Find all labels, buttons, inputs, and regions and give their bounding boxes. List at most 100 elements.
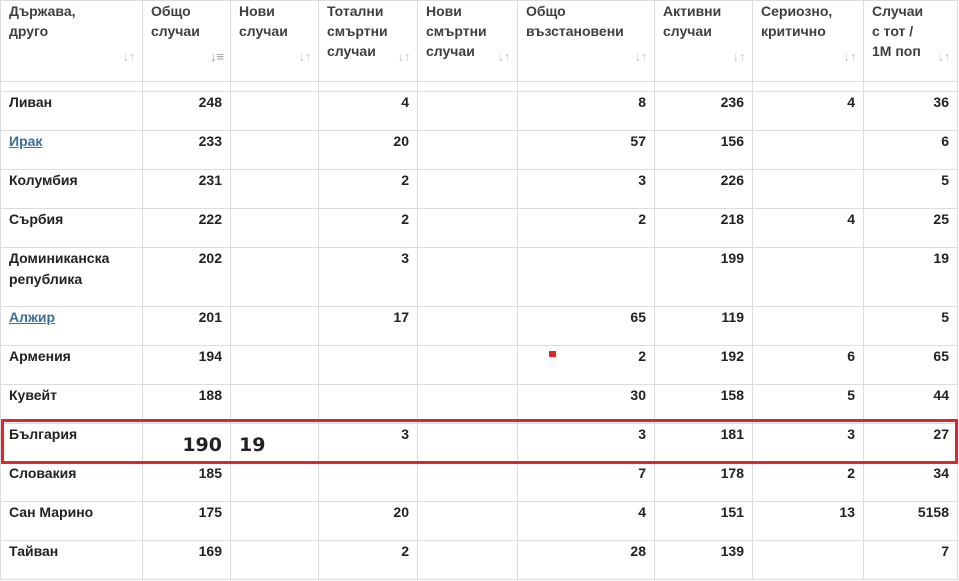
cell-active-cases: 218 [654, 208, 753, 248]
cell-serious-critical: 2 [752, 462, 864, 502]
cell-total-recovered: 4 [517, 501, 655, 541]
cell-active-cases: 178 [654, 462, 753, 502]
cell-cases-per-million: 5158 [863, 501, 958, 541]
cell-serious-critical [752, 247, 864, 307]
sort-arrows-icon[interactable]: ↓↑ [937, 49, 951, 65]
cell-total-deaths: 4 [318, 91, 418, 131]
sort-arrows-icon[interactable]: ↓↑ [843, 49, 857, 65]
cell-new-cases [230, 501, 319, 541]
cell-total-cases: 233 [142, 130, 231, 170]
table-row: Доминиканска република 202 3 199 19 [0, 247, 958, 307]
cell-total-cases: 188 [142, 384, 231, 424]
column-header-country[interactable]: Държава, друго ↓↑ [0, 0, 143, 82]
country-cell[interactable]: Алжир [0, 306, 143, 346]
table-row-highlighted: България 190 19 3 3 181 3 27 [0, 423, 958, 463]
column-header-cases-per-million[interactable]: Случаи с тот /1М поп ↓↑ [863, 0, 958, 82]
column-header-active-cases[interactable]: Активни случаи ↓↑ [654, 0, 753, 82]
table-row: Кувейт 188 30 158 5 44 [0, 384, 958, 424]
country-name: Кувейт [9, 387, 58, 403]
cell-new-deaths [417, 540, 518, 580]
cell-new-deaths [417, 306, 518, 346]
country-link[interactable]: Алжир [9, 309, 55, 325]
cell-total-recovered [517, 247, 655, 307]
cell-cases-per-million: 27 [863, 423, 958, 463]
column-header-new-deaths[interactable]: Нови смъртни случаи ↓↑ [417, 0, 518, 82]
table-row: Алжир 201 17 65 119 5 [0, 306, 958, 346]
cell-total-cases: 185 [142, 462, 231, 502]
cell-total-cases: 248 [142, 91, 231, 131]
cell-total-deaths: 2 [318, 208, 418, 248]
cell-new-deaths [417, 130, 518, 170]
cell-cases-per-million: 34 [863, 462, 958, 502]
cell-active-cases: 119 [654, 306, 753, 346]
country-cell: Ливан [0, 91, 143, 131]
red-marker [549, 351, 556, 357]
cell-serious-critical [752, 169, 864, 209]
cell-new-cases [230, 208, 319, 248]
country-cell[interactable]: Ирак [0, 130, 143, 170]
country-cell: Сан Марино [0, 501, 143, 541]
cell-cases-per-million: 5 [863, 306, 958, 346]
column-header-new-cases[interactable]: Нови случаи ↓↑ [230, 0, 319, 82]
cell-serious-critical: 4 [752, 208, 864, 248]
table-row: Колумбия 231 2 3 226 5 [0, 169, 958, 209]
country-cell: Кувейт [0, 384, 143, 424]
cell-total-deaths: 3 [318, 423, 418, 463]
cell-total-recovered: 57 [517, 130, 655, 170]
cell-total-cases: 190 [142, 423, 231, 463]
cell-active-cases: 151 [654, 501, 753, 541]
country-link[interactable]: Ирак [9, 133, 42, 149]
cell-new-deaths [417, 208, 518, 248]
cell-cases-per-million: 65 [863, 345, 958, 385]
cell-new-cases [230, 130, 319, 170]
table-row: Ирак 233 20 57 156 6 [0, 130, 958, 170]
header-row: Държава, друго ↓↑ Общо случаи ↓≡ Нови случаи ↓↑ Т… [0, 0, 958, 82]
sort-arrows-icon[interactable]: ↓↑ [397, 49, 411, 65]
country-cell: Доминиканска република [0, 247, 143, 307]
cell-active-cases: 158 [654, 384, 753, 424]
country-cell: Тайван [0, 540, 143, 580]
sort-arrows-icon[interactable]: ↓↑ [634, 49, 648, 65]
column-header-total-cases[interactable]: Общо случаи ↓≡ [142, 0, 231, 82]
cell-active-cases: 236 [654, 91, 753, 131]
country-name: Сан Марино [9, 504, 94, 520]
cell-new-cases [230, 345, 319, 385]
cell-cases-per-million: 25 [863, 208, 958, 248]
cell-total-deaths: 2 [318, 540, 418, 580]
cell-new-deaths [417, 384, 518, 424]
cell-new-cases [230, 169, 319, 209]
cell-total-cases: 202 [142, 247, 231, 307]
cell-total-recovered: 8 [517, 91, 655, 131]
cell-cases-per-million: 5 [863, 169, 958, 209]
cell-total-deaths: 2 [318, 169, 418, 209]
cell-new-deaths [417, 462, 518, 502]
cell-new-deaths [417, 501, 518, 541]
cell-new-cases [230, 540, 319, 580]
cell-total-deaths [318, 462, 418, 502]
country-name: Сърбия [9, 211, 64, 227]
column-header-label: Общо случаи [151, 3, 200, 39]
cell-serious-critical [752, 130, 864, 170]
cell-cases-per-million: 44 [863, 384, 958, 424]
sort-arrows-icon[interactable]: ↓↑ [122, 49, 136, 65]
column-header-label: Общо възстановени [526, 3, 624, 39]
column-header-total-recovered[interactable]: Общо възстановени ↓↑ [517, 0, 655, 82]
country-cell: Сърбия [0, 208, 143, 248]
column-header-label: Сериозно, критично [761, 3, 833, 39]
sort-arrows-icon[interactable]: ↓↑ [298, 49, 312, 65]
cell-total-recovered: 2 [517, 345, 655, 385]
cell-total-cases: 201 [142, 306, 231, 346]
cell-cases-per-million: 6 [863, 130, 958, 170]
cell-new-cases [230, 384, 319, 424]
sort-arrows-icon[interactable]: ↓↑ [732, 49, 746, 65]
sort-desc-icon[interactable]: ↓≡ [210, 49, 224, 65]
cell-total-deaths [318, 384, 418, 424]
cell-serious-critical: 6 [752, 345, 864, 385]
sort-arrows-icon[interactable]: ↓↑ [497, 49, 511, 65]
country-name: Армения [9, 348, 71, 364]
cell-total-cases: 169 [142, 540, 231, 580]
cell-serious-critical: 3 [752, 423, 864, 463]
cell-total-cases: 175 [142, 501, 231, 541]
column-header-total-deaths[interactable]: Тотални смъртни случаи ↓↑ [318, 0, 418, 82]
column-header-serious-critical[interactable]: Сериозно, критично ↓↑ [752, 0, 864, 82]
